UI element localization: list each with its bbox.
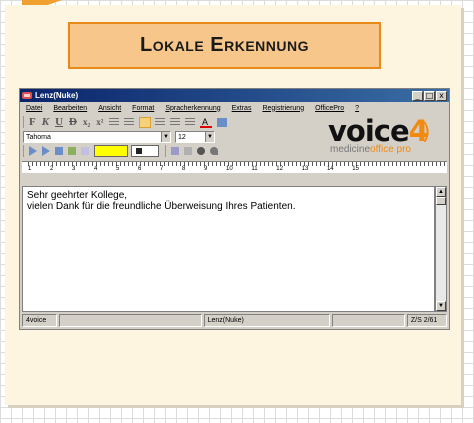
underline-button[interactable]: U xyxy=(55,116,63,128)
menu-registrierung[interactable]: Registrierung xyxy=(262,105,304,112)
toolbar-area: F K U D x₂ x² A Tahoma ▼ 12 ▼ voice4) m… xyxy=(20,114,449,161)
logo-wordmark: voice4 xyxy=(328,114,429,148)
menu-bearbeiten[interactable]: Bearbeiten xyxy=(53,105,87,112)
app-window: Lenz(Nuke) _ □ x Datei Bearbeiten Ansich… xyxy=(19,88,450,330)
correction-icon[interactable] xyxy=(171,147,179,155)
font-toolbar: Tahoma ▼ 12 ▼ xyxy=(23,131,215,143)
window-title: Lenz(Nuke) xyxy=(35,91,79,100)
voice4-logo: voice4 ) medicineoffice pro xyxy=(316,114,446,160)
menu-ansicht[interactable]: Ansicht xyxy=(98,105,121,112)
slide-title: Lokale Erkennung xyxy=(139,34,309,56)
menu-datei[interactable]: Datei xyxy=(26,105,42,112)
bold-button[interactable]: F xyxy=(29,116,36,128)
settings-icon[interactable] xyxy=(81,147,89,155)
highlight-color-icon[interactable] xyxy=(216,117,228,128)
playback-icon[interactable] xyxy=(184,147,192,155)
audio-level-meter xyxy=(94,145,128,157)
scroll-up-button[interactable]: ▲ xyxy=(436,187,446,197)
bullet-list-icon[interactable] xyxy=(109,117,120,127)
ruler-numbers: 1 2 3 4 5 6 7 8 9 10 11 12 13 14 15 xyxy=(28,166,359,172)
chevron-down-icon[interactable]: ▼ xyxy=(161,132,170,142)
font-size-select[interactable]: 12 ▼ xyxy=(175,131,215,143)
align-left-icon[interactable] xyxy=(139,116,152,128)
close-button[interactable]: x xyxy=(436,90,447,101)
logo-paren: ) xyxy=(422,120,431,145)
font-family-value: Tahoma xyxy=(26,133,51,141)
align-center-icon[interactable] xyxy=(155,117,166,127)
stop-icon[interactable] xyxy=(55,147,63,155)
superscript-button[interactable]: x² xyxy=(96,117,103,127)
slide-title-box: Lokale Erkennung xyxy=(68,22,381,69)
minimize-button[interactable]: _ xyxy=(412,90,423,101)
document-editor[interactable]: Sehr geehrter Kollege, vielen Dank für d… xyxy=(22,186,435,312)
record-dot-icon[interactable] xyxy=(197,147,205,155)
align-right-icon[interactable] xyxy=(170,117,181,127)
microphone-gauge xyxy=(131,145,159,157)
menu-help[interactable]: ? xyxy=(355,105,359,112)
menubar: Datei Bearbeiten Ansicht Format Spracher… xyxy=(20,102,449,114)
app-icon xyxy=(22,92,32,99)
justify-icon[interactable] xyxy=(185,117,196,127)
logo-subtitle: medicineoffice pro xyxy=(330,144,411,155)
strikethrough-button[interactable]: D xyxy=(69,116,77,128)
menu-officepro[interactable]: OfficePro xyxy=(315,105,344,112)
status-user: Lenz(Nuke) xyxy=(203,314,331,327)
maximize-button[interactable]: □ xyxy=(424,90,435,101)
menu-format[interactable]: Format xyxy=(132,105,154,112)
window-titlebar[interactable]: Lenz(Nuke) _ □ x xyxy=(20,89,449,102)
svg-text:A: A xyxy=(202,117,208,127)
chevron-down-icon[interactable]: ▼ xyxy=(205,132,214,142)
status-bar: 4voice Lenz(Nuke) Z/S 2/61 xyxy=(22,314,447,327)
toolbar-grip xyxy=(23,145,24,157)
slide-card: Lokale Erkennung Lenz(Nuke) _ □ x Datei … xyxy=(5,5,461,405)
forward-icon[interactable] xyxy=(42,146,50,156)
document-line: Sehr geehrter Kollege, xyxy=(27,190,128,201)
menu-spracherkennung[interactable]: Spracherkennung xyxy=(165,105,220,112)
play-icon[interactable] xyxy=(29,146,37,156)
toolbar-separator xyxy=(165,145,166,157)
comment-icon[interactable] xyxy=(210,147,218,155)
record-icon[interactable] xyxy=(68,147,76,155)
ruler[interactable]: 1 2 3 4 5 6 7 8 9 10 11 12 13 14 15 xyxy=(22,161,447,173)
numbered-list-icon[interactable] xyxy=(124,117,135,127)
dictation-toolbar xyxy=(23,145,223,157)
scroll-thumb[interactable] xyxy=(436,197,446,205)
status-spacer xyxy=(58,314,202,327)
document-line: vielen Dank für die freundliche Überweis… xyxy=(27,201,296,212)
status-spacer-2 xyxy=(332,314,405,327)
menu-extras[interactable]: Extras xyxy=(232,105,252,112)
status-app: 4voice xyxy=(22,314,57,327)
italic-button[interactable]: K xyxy=(42,116,49,128)
scroll-down-button[interactable]: ▼ xyxy=(436,301,446,311)
status-position: Z/S 2/61 xyxy=(406,314,447,327)
document-text: Sehr geehrter Kollege, vielen Dank für d… xyxy=(27,190,296,212)
vertical-scrollbar[interactable]: ▲ ▼ xyxy=(435,186,447,312)
toolbar-grip xyxy=(23,116,24,128)
font-size-value: 12 xyxy=(178,133,186,141)
subscript-button[interactable]: x₂ xyxy=(83,117,90,127)
font-family-select[interactable]: Tahoma ▼ xyxy=(23,131,171,143)
font-color-icon[interactable]: A xyxy=(200,117,213,128)
formatting-toolbar: F K U D x₂ x² A xyxy=(23,116,232,128)
